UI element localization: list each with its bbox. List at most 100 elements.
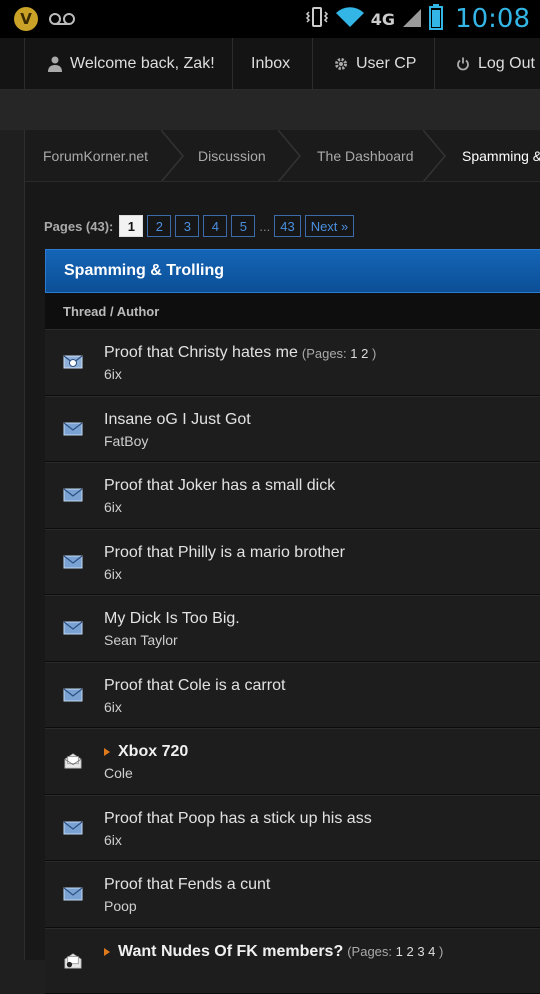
breadcrumb-item-forumkorner[interactable]: ForumKorner.net	[43, 130, 148, 182]
envelope-icon	[63, 620, 83, 636]
breadcrumb-item-current: Spamming &	[462, 130, 540, 182]
wifi-icon	[335, 5, 365, 34]
breadcrumb-item-discussion[interactable]: Discussion	[198, 130, 266, 182]
thread-row[interactable]: Proof that Christy hates me (Pages: 1 2 …	[45, 329, 540, 396]
envelope-icon	[63, 820, 83, 836]
page-current: 1	[119, 215, 143, 237]
power-icon	[456, 57, 470, 71]
forum-title[interactable]: Spamming & Trolling	[45, 249, 540, 293]
thread-pages: (Pages: 1 2 )	[302, 346, 376, 361]
welcome-label: Welcome back, Zak!	[70, 55, 215, 73]
thread-title-text[interactable]: Proof that Christy hates me	[104, 344, 298, 362]
envelope-icon	[63, 487, 83, 503]
thread-title[interactable]: Proof that Joker has a small dick	[104, 477, 335, 495]
thread-title[interactable]: Proof that Philly is a mario brother	[104, 544, 345, 562]
network-type: 4G	[371, 10, 395, 29]
page-ellipsis: ...	[259, 219, 270, 234]
thread-author[interactable]: Cole	[104, 765, 133, 781]
thread-row[interactable]: My Dick Is Too Big. Sean Taylor	[45, 595, 540, 662]
breadcrumb-item-dashboard[interactable]: The Dashboard	[317, 130, 414, 182]
divider	[434, 38, 435, 90]
next-page-button[interactable]: Next »	[305, 215, 355, 237]
divider	[312, 38, 313, 90]
thread-title-text[interactable]: Want Nudes Of FK members?	[118, 943, 343, 961]
thread-title[interactable]: Want Nudes Of FK members? (Pages: 1 2 3 …	[104, 943, 443, 961]
pages-label: Pages (43):	[44, 219, 113, 234]
logout-label: Log Out	[478, 55, 535, 73]
sticky-marker-icon	[104, 748, 110, 756]
thread-author[interactable]: Poop	[104, 898, 137, 914]
thread-title[interactable]: Proof that Christy hates me (Pages: 1 2 …	[104, 344, 376, 362]
logout-link[interactable]: Log Out	[456, 38, 535, 90]
thread-author[interactable]: 6ix	[104, 832, 122, 848]
battery-icon	[429, 4, 443, 35]
vibrate-icon	[305, 5, 329, 34]
clock: 10:08	[455, 4, 530, 34]
thread-title[interactable]: My Dick Is Too Big.	[104, 610, 240, 628]
user-cp-label: User CP	[356, 55, 416, 73]
breadcrumb-separator	[161, 130, 185, 182]
page-gutter	[0, 90, 540, 130]
thread-page-links[interactable]: 1 2 3 4	[396, 944, 436, 959]
thread-list: Proof that Christy hates me (Pages: 1 2 …	[45, 329, 540, 994]
hot-thread-icon	[63, 354, 83, 370]
envelope-icon	[63, 886, 83, 902]
thread-pages-close: )	[372, 346, 376, 361]
thread-pages-close: )	[439, 944, 443, 959]
thread-author[interactable]: 6ix	[104, 566, 122, 582]
voicemail-icon	[48, 12, 76, 26]
hot-folder-icon	[63, 953, 83, 969]
user-icon	[48, 56, 62, 72]
breadcrumb-separator	[278, 130, 302, 182]
gear-icon	[334, 57, 348, 71]
thread-row[interactable]: Proof that Cole is a carrot 6ix	[45, 662, 540, 729]
pagination: Pages (43): 1 2 3 4 5 ... 43 Next »	[44, 214, 354, 238]
thread-row[interactable]: Proof that Fends a cunt Poop	[45, 861, 540, 928]
thread-pages-label: (Pages:	[302, 346, 347, 361]
thread-author[interactable]: Sean Taylor	[104, 632, 178, 648]
forum-content: ForumKorner.net Discussion The Dashboard…	[24, 130, 540, 960]
page-link[interactable]: 3	[175, 215, 199, 237]
thread-title[interactable]: Proof that Poop has a stick up his ass	[104, 810, 372, 828]
page-link[interactable]: 4	[203, 215, 227, 237]
thread-row[interactable]: Xbox 720 Cole	[45, 728, 540, 795]
thread-row[interactable]: Want Nudes Of FK members? (Pages: 1 2 3 …	[45, 928, 540, 994]
page-link[interactable]: 2	[147, 215, 171, 237]
user-cp-link[interactable]: User CP	[334, 38, 416, 90]
inbox-label: Inbox	[251, 55, 290, 73]
thread-row[interactable]: Insane oG I Just Got FatBoy	[45, 396, 540, 463]
open-envelope-icon	[63, 753, 83, 769]
thread-row[interactable]: Proof that Philly is a mario brother 6ix	[45, 529, 540, 596]
thread-pages-label: (Pages:	[347, 944, 392, 959]
thread-title[interactable]: Proof that Cole is a carrot	[104, 677, 285, 695]
thread-row[interactable]: Proof that Poop has a stick up his ass 6…	[45, 795, 540, 862]
sticky-marker-icon	[104, 948, 110, 956]
thread-title[interactable]: Insane oG I Just Got	[104, 411, 251, 429]
divider	[232, 38, 233, 90]
thread-title-text[interactable]: Xbox 720	[118, 743, 188, 761]
thread-author[interactable]: FatBoy	[104, 433, 148, 449]
thread-author[interactable]: 6ix	[104, 366, 122, 382]
page-link[interactable]: 5	[231, 215, 255, 237]
thread-author[interactable]: 6ix	[104, 499, 122, 515]
divider	[24, 38, 25, 90]
envelope-icon	[63, 687, 83, 703]
thread-row[interactable]: Proof that Joker has a small dick 6ix	[45, 462, 540, 529]
thread-title[interactable]: Xbox 720	[104, 743, 188, 761]
verizon-icon: V	[14, 7, 38, 31]
thread-page-links[interactable]: 1 2	[350, 346, 368, 361]
thread-title[interactable]: Proof that Fends a cunt	[104, 876, 270, 894]
column-header: Thread / Author	[45, 293, 540, 329]
page-last[interactable]: 43	[274, 215, 300, 237]
user-bar: Welcome back, Zak! Inbox User CP Log Out	[0, 38, 540, 90]
breadcrumb-separator	[423, 130, 447, 182]
welcome-link[interactable]: Welcome back, Zak!	[48, 38, 215, 90]
signal-icon	[401, 5, 423, 34]
thread-pages: (Pages: 1 2 3 4 )	[347, 944, 443, 959]
envelope-icon	[63, 421, 83, 437]
status-bar: V 4G 10:08	[0, 0, 540, 38]
breadcrumb: ForumKorner.net Discussion The Dashboard…	[25, 130, 540, 182]
inbox-link[interactable]: Inbox	[251, 38, 290, 90]
envelope-icon	[63, 554, 83, 570]
thread-author[interactable]: 6ix	[104, 699, 122, 715]
